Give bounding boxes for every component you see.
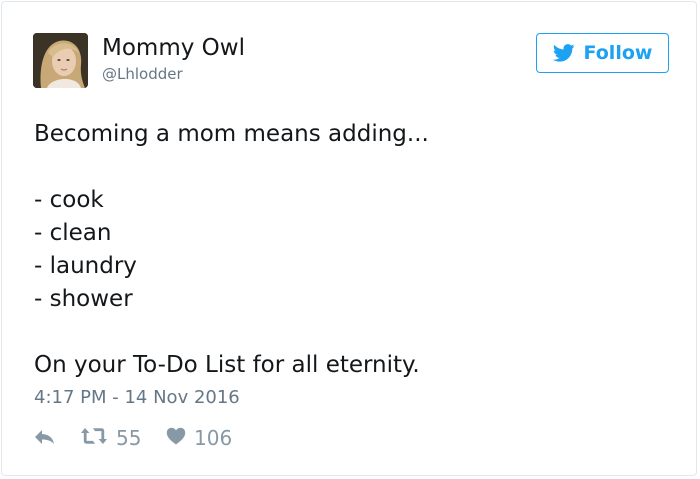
tweet-card: Mommy Owl @Lhlodder Follow Becoming a mo… (1, 1, 697, 476)
avatar[interactable] (33, 33, 88, 88)
tweet-actions: 55 106 (34, 424, 232, 452)
reply-icon (34, 426, 56, 450)
user-handle[interactable]: @Lhlodder (102, 64, 183, 84)
like-button[interactable]: 106 (166, 426, 232, 450)
avatar-image (33, 33, 88, 88)
heart-icon (166, 426, 186, 450)
tweet-timestamp[interactable]: 4:17 PM - 14 Nov 2016 (34, 386, 240, 410)
tweet-line: On your To-Do List for all eternity. (34, 352, 420, 378)
tweet-line: - cook (34, 187, 104, 213)
retweet-icon (80, 426, 108, 450)
tweet-line: - clean (34, 220, 112, 246)
twitter-bird-icon (552, 44, 575, 62)
display-name[interactable]: Mommy Owl (102, 34, 245, 62)
tweet-text: Becoming a mom means adding... - cook - … (34, 118, 674, 382)
retweet-count: 55 (116, 426, 142, 450)
tweet-line: Becoming a mom means adding... (34, 121, 429, 147)
tweet-line: - laundry (34, 253, 137, 279)
tweet-line: - shower (34, 286, 133, 312)
follow-button[interactable]: Follow (536, 33, 669, 73)
follow-button-label: Follow (583, 42, 653, 64)
retweet-button[interactable]: 55 (80, 426, 166, 450)
like-count: 106 (194, 426, 233, 450)
reply-button[interactable] (34, 426, 80, 450)
